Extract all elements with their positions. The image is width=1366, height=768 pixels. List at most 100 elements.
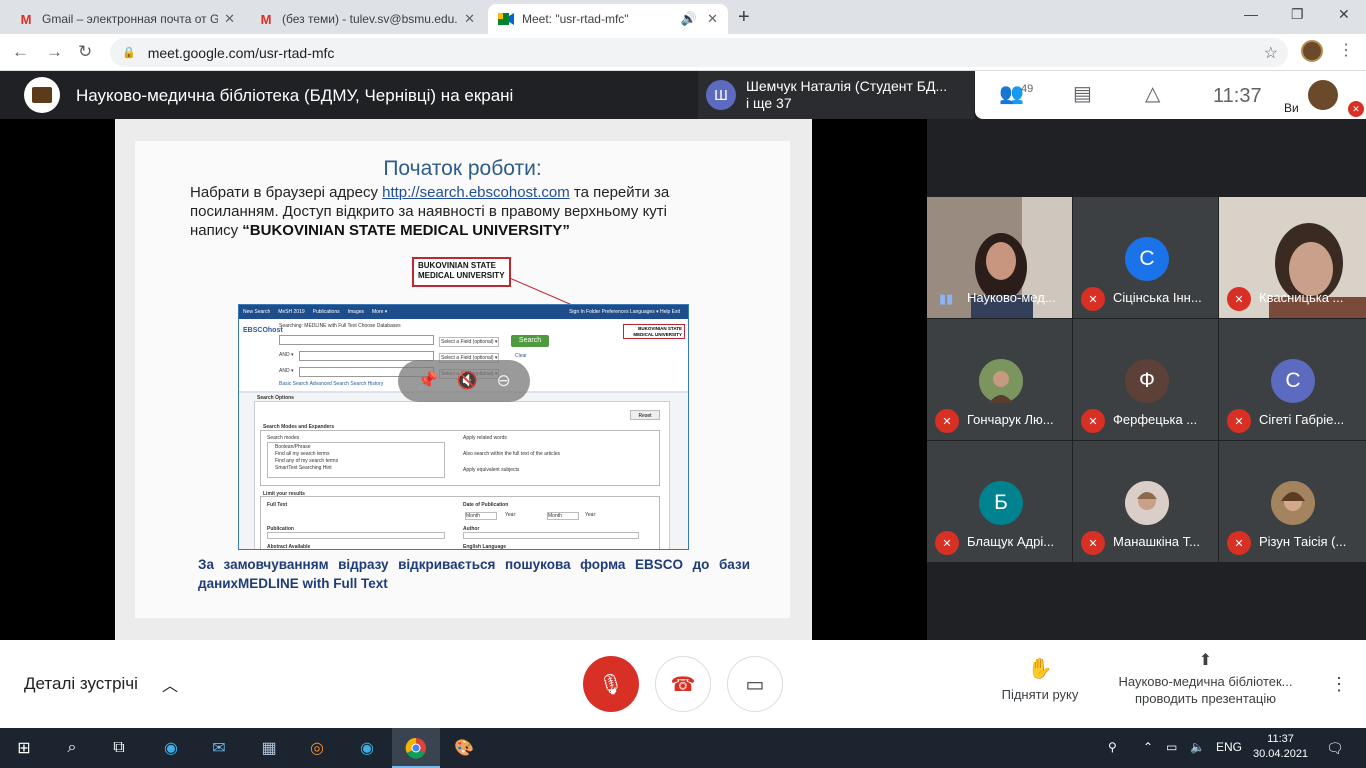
pin-icon[interactable]: 📌	[417, 371, 438, 391]
profile-avatar[interactable]	[1301, 40, 1323, 62]
ebsco-label: Abstract Available	[267, 544, 311, 550]
participant-tile[interactable]: ✕ Манашкіна Т...	[1073, 441, 1218, 562]
ebsco-option-panel: Reset Search Modes and Expanders Search …	[254, 401, 670, 550]
self-avatar[interactable]	[1308, 80, 1338, 110]
ebsco-logo: EBSCOhost	[243, 327, 283, 334]
keyboard-app-icon[interactable]: ▦	[257, 736, 281, 760]
tab-meet[interactable]: Meet: "usr-rtad-mfc" 🔊 ✕	[488, 4, 728, 34]
ebsco-label: Full Text	[267, 502, 288, 508]
network-icon[interactable]: ▭	[1166, 740, 1177, 754]
ebsco-label: Also search within the full text of the …	[463, 451, 560, 457]
activities-icon[interactable]: △	[1145, 81, 1160, 106]
mic-off-icon: ✕	[1081, 531, 1105, 555]
address-input[interactable]: 🔒 meet.google.com/usr-rtad-mfc ☆	[110, 38, 1288, 67]
ebsco-and: AND ▾	[279, 352, 294, 358]
close-window-button[interactable]: ✕	[1338, 6, 1350, 23]
close-icon[interactable]: ✕	[464, 11, 475, 27]
reload-icon[interactable]: ↻	[78, 42, 92, 62]
edge-icon[interactable]: ◉	[159, 736, 183, 760]
edge-icon[interactable]: ◉	[355, 736, 379, 760]
paint-icon[interactable]: 🎨	[452, 736, 476, 760]
url-text: meet.google.com/usr-rtad-mfc	[147, 44, 335, 61]
participant-photo-avatar	[979, 359, 1023, 403]
mail-icon[interactable]: ✉	[207, 736, 231, 760]
ebsco-search-button: Search	[511, 335, 549, 347]
participant-photo-avatar	[1125, 481, 1169, 525]
active-speaker: Ш Шемчук Наталія (Студент БД... і ще 37	[698, 71, 974, 119]
mic-off-icon: ✕	[1348, 101, 1364, 117]
meet-icon	[498, 11, 514, 27]
ebsco-month: Month	[465, 512, 497, 520]
participant-tile[interactable]: ✕ Гончарук Лю...	[927, 319, 1072, 440]
tab-gmail-1[interactable]: M Gmail – электронная почта от G ✕	[8, 4, 245, 34]
participant-tile[interactable]: С ✕ Сіцінська Інн...	[1073, 197, 1218, 318]
tab-gmail-2[interactable]: M (без теми) - tulev.sv@bsmu.edu. ✕	[248, 4, 485, 34]
mic-off-icon: ✕	[1081, 287, 1105, 311]
mic-off-icon: ✕	[1227, 531, 1251, 555]
notification-icon[interactable]: 🗨	[1326, 740, 1344, 757]
camera-toggle-button[interactable]: ▭	[727, 656, 783, 712]
bookmark-star-icon[interactable]: ☆	[1264, 43, 1278, 63]
ebsco-options: Search Options Reset Search Modes and Ex…	[239, 391, 688, 550]
presentation-toolbar: 📌 🔇 ⊖	[398, 360, 530, 402]
participant-tile[interactable]: ▮▮ Науково-мед...	[927, 197, 1072, 318]
participant-tile[interactable]: С ✕ Сігеті Габріе...	[1219, 319, 1366, 440]
ebsco-label: Search modes	[267, 435, 300, 441]
mute-icon[interactable]: 🔇	[457, 371, 478, 391]
address-toolbar: ← → ↻ 🔒 meet.google.com/usr-rtad-mfc ☆	[0, 34, 1366, 71]
windows-taskbar	[0, 728, 1366, 768]
leave-call-button[interactable]: ☎	[655, 656, 711, 712]
chrome-icon[interactable]	[404, 736, 428, 760]
chat-icon[interactable]: ▤	[1073, 81, 1092, 106]
mic-toggle-button[interactable]: 🎙	[583, 656, 639, 712]
participant-tile[interactable]: Ф ✕ Ферфецька ...	[1073, 319, 1218, 440]
slide-footer-line: данихMEDLINE with Full Text	[198, 576, 388, 591]
raise-hand-button[interactable]: ✋ Підняти руку	[990, 656, 1090, 702]
ebsco-institution-badge: BUKOVINIAN STATE MEDICAL UNIVERSITY	[623, 324, 685, 339]
minimize-button[interactable]: —	[1244, 6, 1258, 22]
ebsco-label: Date of Publication	[463, 502, 509, 508]
ebsco-year: Year:	[585, 512, 597, 518]
hangup-icon: ☎	[670, 673, 696, 696]
lock-icon[interactable]: 🔒	[122, 46, 136, 59]
present-icon: ⬆	[1198, 652, 1213, 669]
participant-avatar: С	[1125, 237, 1169, 281]
windows-start-icon[interactable]: ⊞	[12, 736, 36, 760]
ebsco-mode: Find any of my search terms	[275, 458, 339, 464]
meeting-details-button[interactable]: Деталі зустрічі	[24, 674, 138, 694]
more-options-icon[interactable]: ⋮	[1330, 674, 1348, 695]
eye-app-icon[interactable]: ◎	[305, 736, 329, 760]
callout-box: BUKOVINIAN STATE MEDICAL UNIVERSITY	[412, 257, 511, 287]
participant-name: Гончарук Лю...	[967, 412, 1054, 427]
taskbar-clock[interactable]: 11:37 30.04.2021	[1253, 732, 1308, 762]
ebsco-and: AND ▾	[279, 368, 294, 374]
close-icon[interactable]: ✕	[224, 11, 235, 27]
participant-tile[interactable]: Б ✕ Блащук Адрі...	[927, 441, 1072, 562]
slide-footer-line: За замовчуванням відразу відкривається п…	[198, 557, 750, 572]
browser-menu-icon[interactable]: ⋮	[1338, 40, 1354, 60]
speaker-icon[interactable]: 🔊	[681, 11, 697, 27]
tab-title: Gmail – электронная почта от G	[42, 12, 219, 26]
meet-top-controls: 👥 49 ▤ △ 11:37 Ви ✕	[975, 71, 1366, 119]
volume-icon[interactable]: 🔈	[1190, 740, 1205, 754]
tab-title: (без теми) - tulev.sv@bsmu.edu.	[282, 12, 458, 26]
close-icon[interactable]: ✕	[707, 11, 718, 27]
maximize-button[interactable]: ❐	[1291, 6, 1304, 23]
participant-tile[interactable]: ✕ Різун Таісія (...	[1219, 441, 1366, 562]
task-view-icon[interactable]: ⧉	[107, 736, 131, 760]
chevron-up-icon[interactable]: ⌃	[1143, 740, 1153, 754]
ebsco-nav-item: New Search	[243, 309, 271, 315]
present-now-button[interactable]: ⬆ Науково-медична бібліотек... проводить…	[1103, 652, 1308, 707]
back-icon[interactable]: ←	[12, 42, 29, 62]
chevron-up-icon[interactable]: ︿	[162, 672, 178, 696]
ebsco-label: English Language	[463, 544, 507, 550]
language-indicator[interactable]: ENG	[1216, 740, 1242, 754]
slide-footer: За замовчуванням відразу відкривається п…	[198, 555, 750, 593]
new-tab-button[interactable]: +	[738, 6, 750, 29]
participant-tile[interactable]: ✕ Квасницька ...	[1219, 197, 1366, 318]
gmail-icon: M	[20, 11, 32, 27]
remove-icon[interactable]: ⊖	[497, 371, 511, 391]
forward-icon[interactable]: →	[46, 42, 63, 62]
people-tray-icon[interactable]: ⚲	[1108, 740, 1117, 754]
search-icon[interactable]: ⌕	[60, 736, 84, 760]
